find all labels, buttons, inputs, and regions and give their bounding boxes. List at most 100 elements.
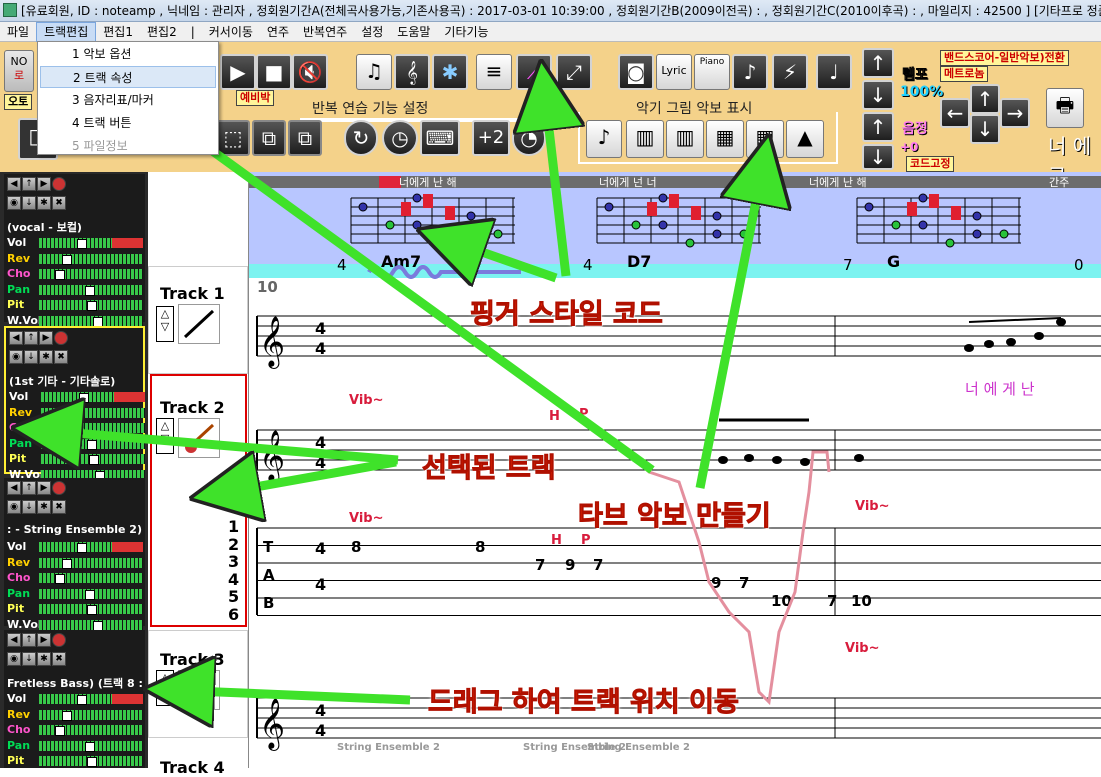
- mixer-slider[interactable]: [41, 438, 145, 450]
- cursor-left-button[interactable]: ←: [940, 98, 970, 128]
- mixer-row[interactable]: Pit: [7, 754, 143, 767]
- sax-icon[interactable]: ♪: [586, 120, 622, 158]
- score-area[interactable]: 너에게 난 해 너에게 넌 너 너에게 난 해 간주 4 Am7 4 D7 7 G 0 10 𝄞 4 4 𝄞 4…: [249, 172, 1101, 768]
- slider-knob[interactable]: [93, 316, 103, 327]
- slider-knob[interactable]: [55, 270, 65, 280]
- slider-knob[interactable]: [77, 239, 87, 249]
- track3-move-handle[interactable]: △ ▽: [156, 670, 174, 706]
- mixer-row[interactable]: Rev: [7, 556, 143, 569]
- mixer-row[interactable]: Pan: [7, 739, 143, 752]
- mute-icon[interactable]: ✖: [52, 500, 66, 514]
- mixer-slider[interactable]: [41, 392, 145, 403]
- mixer-slider[interactable]: [39, 269, 143, 280]
- timer-icon[interactable]: ◔: [512, 120, 546, 156]
- down-icon[interactable]: ↓: [22, 652, 36, 666]
- repeat-icon[interactable]: ↻: [344, 120, 378, 156]
- slider-knob[interactable]: [87, 439, 97, 450]
- solo-icon[interactable]: ✱: [37, 652, 51, 666]
- mixer-row[interactable]: Pit: [7, 602, 143, 615]
- mixer-slider[interactable]: [39, 588, 143, 600]
- mixer-row[interactable]: Rev: [7, 708, 143, 721]
- prep-beat-toggle[interactable]: 예비박: [236, 90, 275, 106]
- record-icon[interactable]: [52, 633, 66, 647]
- mixer-slider[interactable]: [39, 573, 143, 584]
- mixer-row[interactable]: Vol: [9, 390, 145, 403]
- band-score-toggle[interactable]: 밴드스코어-일반악보)전환: [940, 50, 1069, 66]
- solo-icon[interactable]: ✱: [37, 500, 51, 514]
- play-icon[interactable]: ▶: [37, 481, 51, 495]
- mixer-row[interactable]: Rev: [7, 252, 143, 265]
- plus2-button[interactable]: +2: [472, 120, 510, 156]
- mixer-slider[interactable]: [39, 253, 143, 265]
- menu-help[interactable]: 도움말: [390, 22, 437, 42]
- cursor-right-button[interactable]: →: [1000, 98, 1030, 128]
- track-mixer-block[interactable]: ◀ ↑ ▶ ◉ ↓ ✱ ✖: - String Ensemble 2) (! Vol Rev Ch…: [4, 478, 145, 631]
- mute-icon[interactable]: ✖: [54, 350, 68, 364]
- menu-repeat-play[interactable]: 반복연주: [296, 22, 354, 42]
- electric-guitar-icon[interactable]: ⚡: [772, 54, 808, 90]
- lyric-button[interactable]: Lyric: [656, 54, 692, 90]
- clock-icon[interactable]: ◷: [382, 120, 418, 156]
- tempo-up-button[interactable]: ↑: [862, 48, 894, 78]
- no-button[interactable]: NO 로: [4, 50, 34, 92]
- track-mixer-block[interactable]: ◀ ↑ ▶ ◉ ↓ ✱ ✖ (1st 기타 - 기타솔로) Vol Rev Cho Pan Pit W.V…: [4, 326, 145, 481]
- clef-icon[interactable]: 𝄞: [394, 54, 430, 90]
- down-icon[interactable]: ↓: [22, 196, 36, 210]
- mixer-slider[interactable]: [39, 315, 143, 327]
- keyboard-fret-icon[interactable]: ▥: [626, 120, 664, 158]
- mixer-row[interactable]: Cho: [7, 723, 143, 736]
- slider-knob[interactable]: [62, 558, 72, 569]
- track-mixer-block[interactable]: ◀ ↑ ▶ ◉ ↓ ✱ ✖ (vocal - 보컬) Vol Rev Cho Pan Pit W.Vol: [4, 174, 145, 327]
- cursor-up-button[interactable]: ↑: [970, 84, 1000, 114]
- dropdown-score-options[interactable]: 1 악보 옵션: [40, 43, 216, 65]
- mixer-slider[interactable]: [39, 756, 143, 767]
- menu-track-edit[interactable]: 트랙편집: [36, 22, 97, 42]
- track1-move-handle[interactable]: △ ▽: [156, 306, 174, 342]
- record-icon[interactable]: [52, 177, 66, 191]
- mixer-row[interactable]: W.Vol: [7, 314, 143, 327]
- record-icon[interactable]: [52, 481, 66, 495]
- dropdown-track-properties[interactable]: 2 트랙 속성: [40, 66, 216, 88]
- slider-knob[interactable]: [87, 757, 97, 767]
- fullscreen-icon[interactable]: ⤢: [556, 54, 592, 90]
- cursor-down-button[interactable]: ↓: [970, 114, 1000, 144]
- mixer-slider[interactable]: [39, 619, 143, 631]
- mixer-row[interactable]: Vol: [7, 540, 143, 553]
- eye-icon[interactable]: ◉: [7, 652, 21, 666]
- speaker-icon[interactable]: ◀: [7, 633, 21, 647]
- menu-edit1[interactable]: 편집1: [96, 22, 140, 42]
- slider-knob[interactable]: [55, 726, 65, 736]
- print-icon[interactable]: 🖶: [1046, 88, 1084, 128]
- play-icon[interactable]: ▶: [37, 177, 51, 191]
- guitar-icon[interactable]: ♪: [732, 54, 768, 90]
- track-label-3[interactable]: Track 3: [160, 650, 225, 669]
- solo-icon[interactable]: ✱: [37, 196, 51, 210]
- slider-knob[interactable]: [79, 393, 89, 403]
- mute-icon[interactable]: ✖: [52, 196, 66, 210]
- slider-knob[interactable]: [89, 455, 99, 465]
- up-icon[interactable]: ↑: [22, 177, 36, 191]
- slider-knob[interactable]: [55, 574, 65, 584]
- note-transpose-icon[interactable]: ♩: [816, 54, 852, 90]
- slider-knob[interactable]: [57, 424, 67, 434]
- mixer-row[interactable]: Vol: [7, 692, 143, 705]
- mixer-slider[interactable]: [41, 423, 145, 434]
- slider-knob[interactable]: [85, 741, 95, 752]
- mixer-row[interactable]: Cho: [7, 571, 143, 584]
- piano-view-icon[interactable]: ▦: [706, 120, 744, 158]
- speaker-icon[interactable]: ◀: [7, 177, 21, 191]
- auto-checkbox[interactable]: 오토: [4, 94, 33, 110]
- up-icon[interactable]: ↑: [22, 481, 36, 495]
- mixer-row[interactable]: Pan: [7, 587, 143, 600]
- slider-knob[interactable]: [77, 695, 87, 705]
- mixer-row[interactable]: Pan: [7, 283, 143, 296]
- metronome-toggle[interactable]: 메트로놈: [940, 66, 989, 82]
- dropdown-file-info[interactable]: 5 파일정보: [40, 135, 216, 157]
- camera-icon[interactable]: ◙: [618, 54, 654, 90]
- eye-icon[interactable]: ◉: [9, 350, 23, 364]
- slider-knob[interactable]: [87, 301, 97, 311]
- tempo-down-button[interactable]: ↓: [862, 80, 894, 110]
- solo-icon[interactable]: ✱: [39, 350, 53, 364]
- mixer-slider[interactable]: [39, 284, 143, 296]
- eye-icon[interactable]: ◉: [7, 500, 21, 514]
